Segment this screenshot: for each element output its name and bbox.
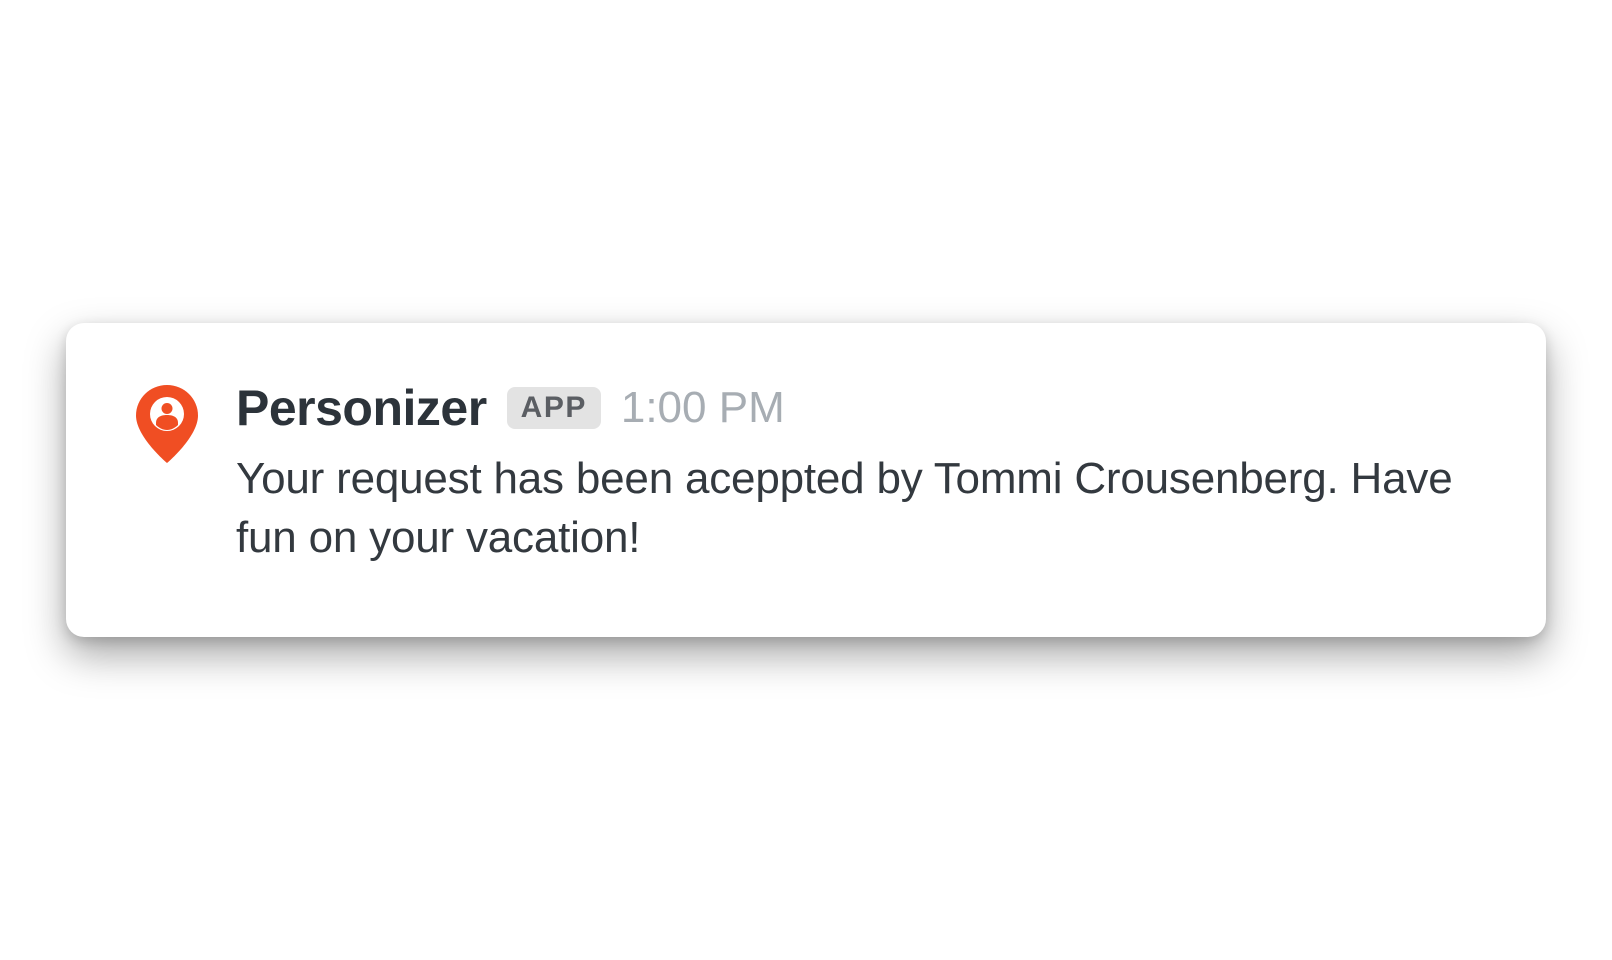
notification-header: Personizer APP 1:00 PM — [236, 379, 1476, 437]
person-pin-icon — [136, 385, 198, 463]
notification-content: Personizer APP 1:00 PM Your request has … — [236, 379, 1476, 568]
notification-message: Your request has been aceppted by Tommi … — [236, 449, 1476, 568]
notification-timestamp: 1:00 PM — [621, 383, 785, 433]
app-icon-container — [136, 379, 198, 463]
app-badge: APP — [507, 387, 601, 429]
app-name: Personizer — [236, 379, 487, 437]
notification-card: Personizer APP 1:00 PM Your request has … — [66, 323, 1546, 638]
